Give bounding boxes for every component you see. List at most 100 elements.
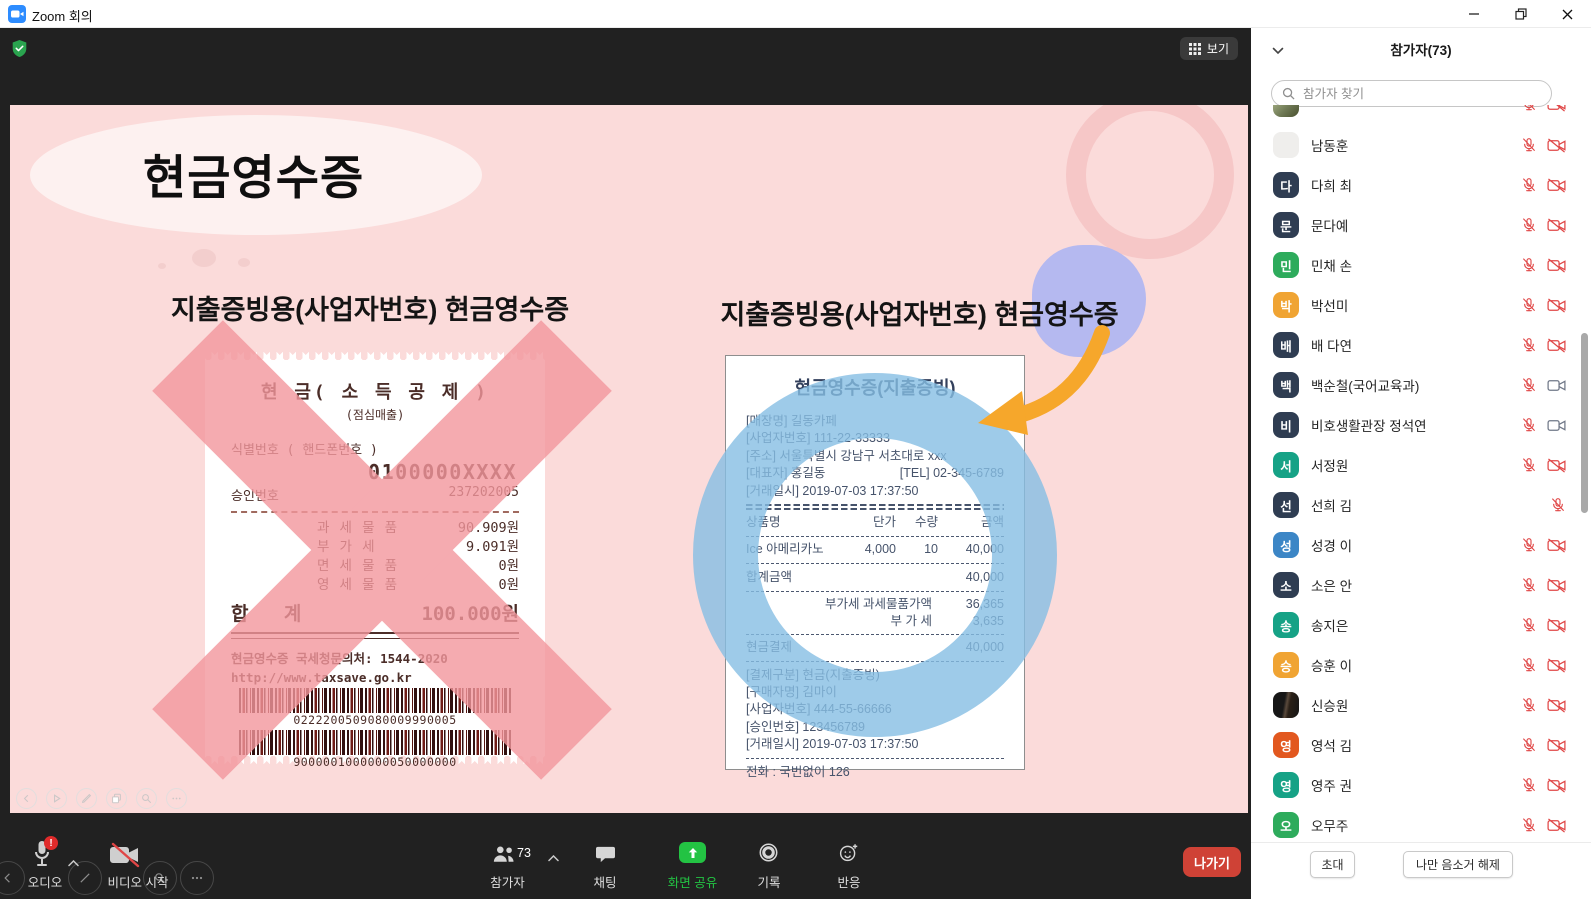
participant-row[interactable]: 영 영주 권 [1251,765,1591,805]
record-button[interactable] [758,842,779,868]
audio-warning-badge: ! [44,836,58,850]
participant-row[interactable]: 선선희 김 [1251,485,1591,525]
mic-off-icon [1521,577,1537,593]
mic-off-icon [1521,617,1537,633]
expense-receipt-body: [매장명] 길동카페[사업자번호] 111-22-33333[주소] 서울특별시… [746,413,1004,781]
participant-row[interactable]: 송송지은 [1251,605,1591,645]
search-input[interactable] [1301,86,1541,102]
income-deduction-receipt: 현 금( 소 득 공 제 )(점심매출)식별번호 ( 핸드폰번호 )010000… [205,352,545,764]
receipt-line-center: (점심매출) [231,406,519,423]
participant-avatar: 성 [1273,532,1299,558]
participant-avatar: 영 [1273,772,1299,798]
copy-icon [110,792,123,805]
slide-title: 현금영수증 [143,139,364,208]
participant-avatar: 소 [1273,572,1299,598]
receipt-line-barcode: 9000001000000050000000 [231,730,519,769]
share-screen-button[interactable] [679,842,706,863]
participant-status-icons [1521,177,1566,193]
chat-button[interactable] [595,845,616,869]
leave-button[interactable]: 나가기 [1183,847,1241,877]
slide-nav-controls [16,788,187,809]
participant-row[interactable]: 소 소은 안 [1251,565,1591,605]
participant-row[interactable]: 문문다예 [1251,205,1591,245]
participant-avatar: 백 [1273,372,1299,398]
participant-avatar: 박 [1273,292,1299,318]
participant-name: 영주 권 [1311,775,1509,795]
participant-row[interactable]: 신승원 [1251,685,1591,725]
participant-row[interactable] [1251,105,1591,125]
participant-name: 박선미 [1311,295,1509,315]
receipt-line-text: [사업자번호] 444-55-66666 [746,701,1004,718]
start-video-button[interactable] [108,842,142,873]
scrollbar-thumb[interactable] [1581,333,1588,513]
decorative-dot [238,258,250,267]
receipt-line-text: 식별번호 ( 핸드폰번호 ) [231,439,519,458]
participant-name: 신승원 [1311,695,1509,715]
reactions-button[interactable] [838,842,859,868]
participants-chevron[interactable] [548,849,559,867]
participant-search[interactable] [1271,80,1552,107]
participant-avatar: 승 [1273,652,1299,678]
camera-off-icon [1547,738,1566,753]
participant-name: 선희 김 [1311,495,1538,515]
participant-row[interactable]: 남동훈 [1251,125,1591,165]
zoom-search-button[interactable] [136,788,157,809]
receipt-line-title: 현 금( 소 득 공 제 ) [231,378,519,404]
receipt-line-rightpair: 부 가 세3,635 [746,613,1004,630]
close-button[interactable] [1544,0,1591,28]
invite-button[interactable]: 초대 [1310,851,1355,878]
participant-name: 소은 안 [1311,575,1509,595]
participant-avatar: 오 [1273,812,1299,838]
receipt-line-dash [746,591,1004,592]
participant-status-icons [1521,217,1566,233]
audio-options-chevron[interactable] [68,854,79,872]
participant-row[interactable]: 영영석 김 [1251,725,1591,765]
participant-row[interactable]: 서서정원 [1251,445,1591,485]
prev-slide-button[interactable] [16,788,37,809]
receipt-line-dash [746,563,1004,564]
mic-off-icon [1521,537,1537,553]
play-icon [50,792,63,805]
participant-status-icons [1521,537,1566,553]
participant-avatar: 다 [1273,172,1299,198]
participant-row[interactable]: 오오무주 [1251,805,1591,843]
camera-off-icon [1547,458,1566,473]
participant-row[interactable]: 승승훈 이 [1251,645,1591,685]
participants-button[interactable] [492,844,516,868]
play-slide-button[interactable] [46,788,67,809]
receipt-line-text: [구매자명] 김마이 [746,684,1004,701]
mic-off-icon [1521,737,1537,753]
annotation-more-button[interactable] [180,861,214,895]
audio-button[interactable]: ! [30,839,54,874]
share-label: 화면 공유 [655,872,730,891]
draw-button[interactable] [76,788,97,809]
participant-row[interactable]: 민민채 손 [1251,245,1591,285]
participant-row[interactable]: 다다희 최 [1251,165,1591,205]
left-receipt-heading: 지출증빙용(사업자번호) 현금영수증 [135,288,605,327]
security-shield-icon[interactable] [11,39,28,63]
mic-off-icon [1521,817,1537,833]
participant-row[interactable]: 비비호생활관장 정석연 [1251,405,1591,445]
participant-row[interactable]: 배배 다연 [1251,325,1591,365]
camera-off-icon [1547,698,1566,713]
expense-proof-receipt: 현금영수증(지출증빙) [매장명] 길동카페[사업자번호] 111-22-333… [725,355,1025,770]
participant-row[interactable]: 박 박선미 [1251,285,1591,325]
receipt-line-dash [746,536,1004,537]
reactions-smiley-icon [838,842,859,863]
copy-button[interactable] [106,788,127,809]
participant-row[interactable]: 백백순철(국어교육과) [1251,365,1591,405]
view-button[interactable]: 보기 [1180,37,1238,60]
unmute-me-button[interactable]: 나만 음소거 해제 [1403,851,1513,878]
window-titlebar: Zoom 회의 [0,0,1591,28]
minimize-button[interactable] [1450,0,1497,28]
participant-row[interactable]: 성성경 이 [1251,525,1591,565]
more-options-button[interactable] [166,788,187,809]
expense-receipt-title: 현금영수증(지출증빙) [746,374,1004,400]
arrow-left-icon [20,792,33,805]
grid-view-icon [1189,43,1201,55]
mic-off-icon [1550,497,1566,513]
restore-button[interactable] [1497,0,1544,28]
camera-off-icon [108,842,142,868]
share-up-arrow-icon [686,846,700,860]
minimize-icon [1468,8,1480,20]
